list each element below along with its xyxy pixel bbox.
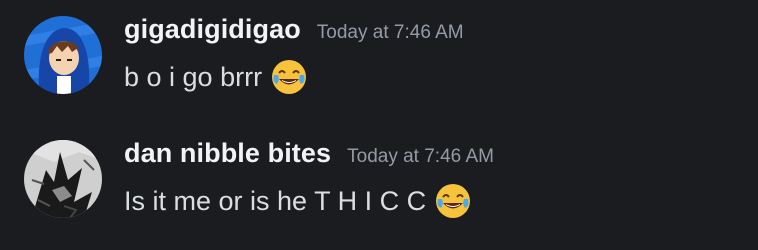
username[interactable]: gigadigidigao [124,14,301,45]
chat-message-list: gigadigidigao Today at 7:46 AM b o i go … [0,0,758,250]
timestamp[interactable]: Today at 7:46 AM [317,22,464,44]
chat-message: dan nibble bites Today at 7:46 AM Is it … [0,132,758,232]
message-header: dan nibble bites Today at 7:46 AM [124,138,494,169]
blue-hoodie-avatar-icon [24,16,102,94]
message-content: b o i go brrr [124,58,308,96]
message-header: gigadigidigao Today at 7:46 AM [124,14,464,45]
sketch-drawing-avatar-icon [24,140,102,218]
chat-message: gigadigidigao Today at 7:46 AM b o i go … [0,8,758,108]
message-content: Is it me or is he T H I C C [124,182,472,220]
message-text: Is it me or is he T H I C C [124,185,427,216]
face-with-tears-of-joy-icon [434,182,472,220]
username[interactable]: dan nibble bites [124,138,331,169]
face-with-tears-of-joy-icon [270,58,308,96]
message-text: b o i go brrr [124,61,263,92]
avatar[interactable] [24,140,102,218]
avatar[interactable] [24,16,102,94]
timestamp[interactable]: Today at 7:46 AM [347,146,494,168]
